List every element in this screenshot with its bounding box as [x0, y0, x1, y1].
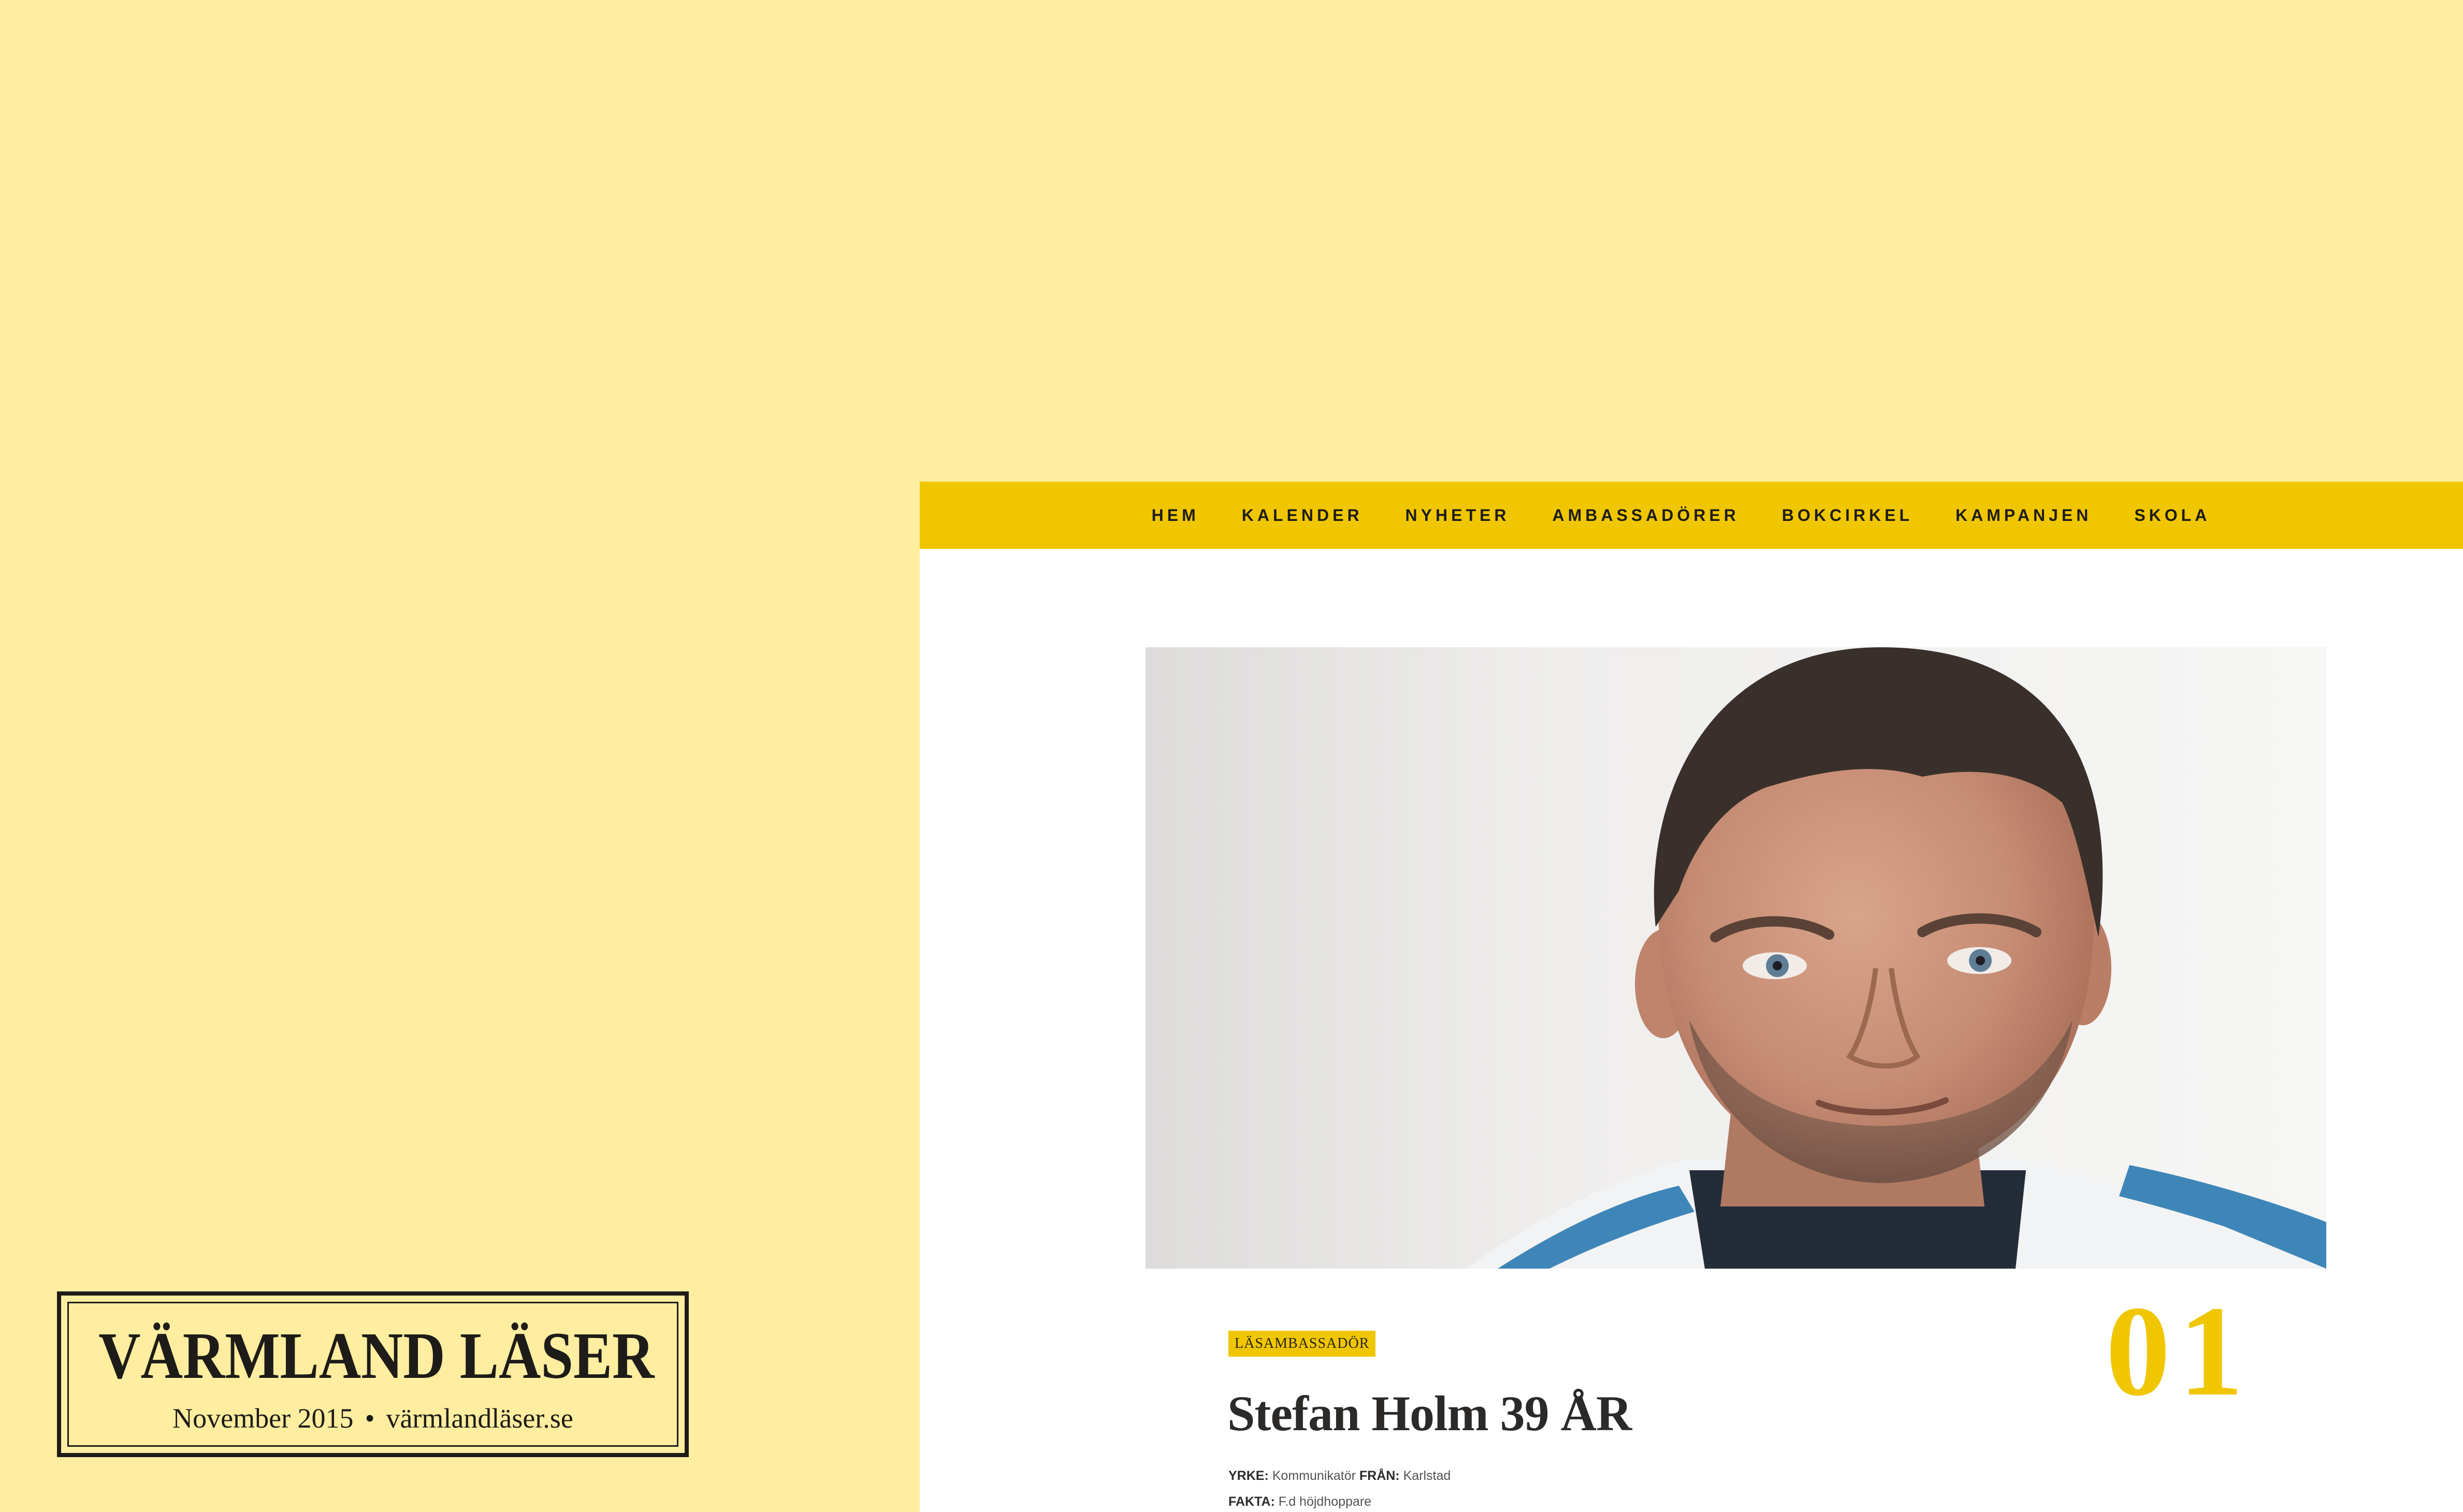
stamp-date: November 2015	[172, 1403, 354, 1434]
article-number: 01	[2106, 1280, 2252, 1423]
nav-item-kalender[interactable]: KALENDER	[1242, 506, 1363, 525]
varmland-laser-stamp-logo: VÄRMLAND LÄSER November 2015 • värmlandläs…	[57, 1291, 689, 1457]
nav-item-bokcirkel[interactable]: BOKCIRKEL	[1782, 506, 1913, 525]
fakta-value: F.d höjdhoppare	[1278, 1494, 1372, 1509]
hero-portrait-photo	[1146, 647, 2326, 1269]
facts-line-fakta: FAKTA: F.d höjdhoppare	[1228, 1494, 1371, 1509]
nav-item-kampanjen[interactable]: KAMPANJEN	[1955, 506, 2092, 525]
stamp-subtitle: November 2015 • värmlandläser.se	[61, 1402, 685, 1434]
fakta-label: FAKTA:	[1228, 1494, 1275, 1509]
stamp-separator: •	[365, 1403, 375, 1434]
website-panel: HEM KALENDER NYHETER AMBASSADÖRER BOKCIR…	[920, 482, 2463, 1512]
yrke-label: YRKE:	[1228, 1469, 1269, 1483]
fran-label: FRÅN:	[1359, 1469, 1400, 1483]
nav-list: HEM KALENDER NYHETER AMBASSADÖRER BOKCIR…	[1152, 506, 2211, 525]
nav-item-hem[interactable]: HEM	[1152, 506, 1199, 525]
main-navigation: HEM KALENDER NYHETER AMBASSADÖRER BOKCIR…	[920, 482, 2463, 549]
facts-line-occupation-origin: YRKE: Kommunikatör FRÅN: Karlstad	[1228, 1469, 1451, 1484]
nav-item-nyheter[interactable]: NYHETER	[1406, 506, 1510, 525]
stamp-title: VÄRMLAND LÄSER	[98, 1319, 655, 1392]
nav-item-ambassadorer[interactable]: AMBASSADÖRER	[1552, 506, 1739, 525]
stamp-url: värmlandläser.se	[386, 1403, 573, 1434]
fran-value: Karlstad	[1403, 1469, 1451, 1483]
category-badge[interactable]: LÄSAMBASSADÖR	[1228, 1331, 1376, 1357]
yrke-value: Kommunikatör	[1272, 1469, 1356, 1483]
article-title: Stefan Holm 39 ÅR	[1227, 1386, 1632, 1441]
nav-item-skola[interactable]: SKOLA	[2134, 506, 2210, 525]
